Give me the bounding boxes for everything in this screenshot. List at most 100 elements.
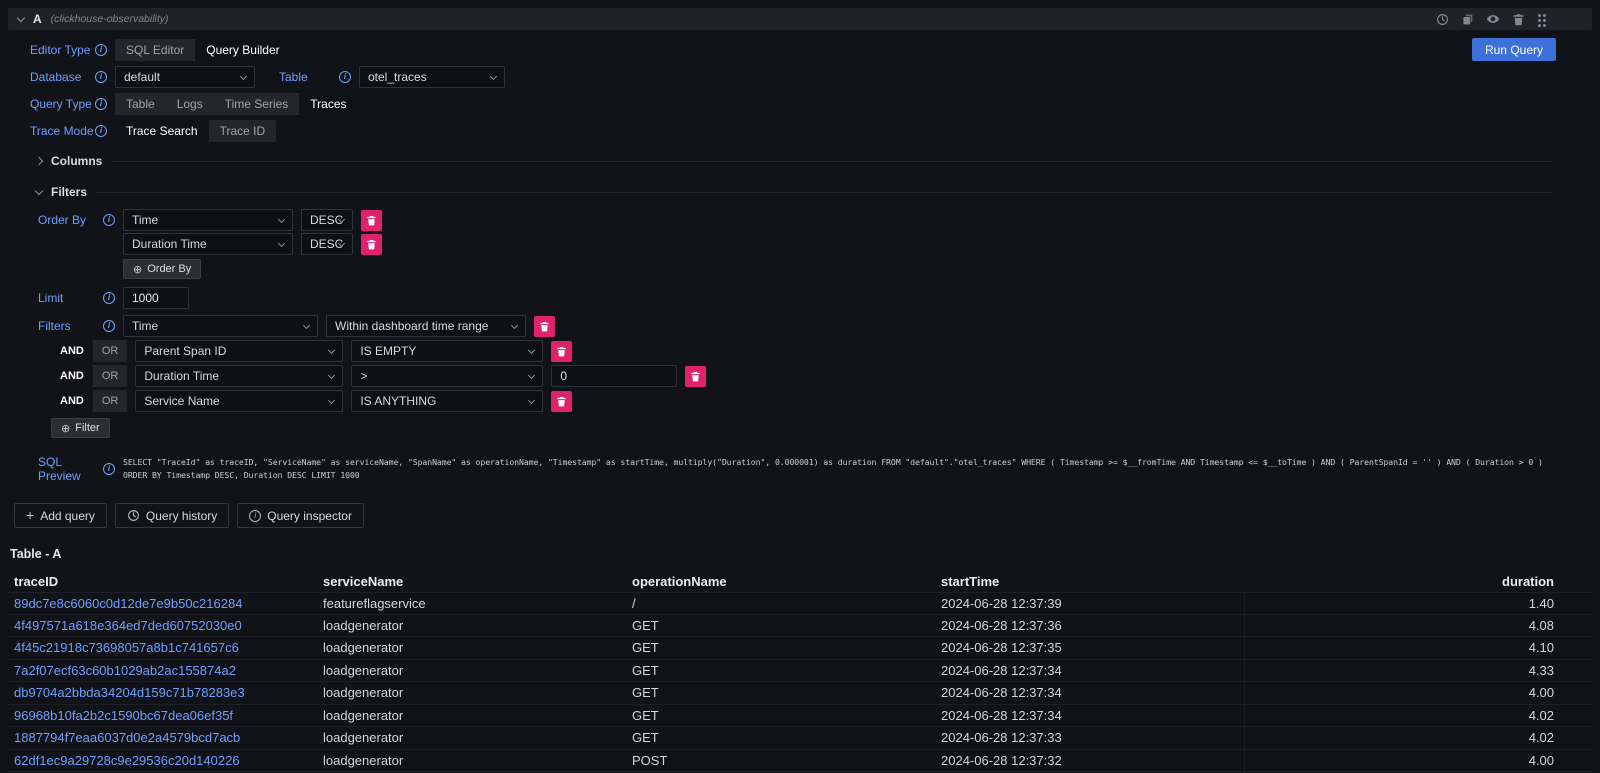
info-icon <box>249 510 261 522</box>
results-body: 89dc7e8c6060c0d12de7e9b50c216284featuref… <box>8 592 1592 773</box>
remove-filter-button[interactable] <box>534 316 555 337</box>
cell-servicename: loadgenerator <box>317 640 626 655</box>
drag-handle-icon[interactable] <box>1537 13 1546 26</box>
add-order-by-button[interactable]: Order By <box>123 259 201 279</box>
cell-traceid: db9704a2bbda34204d159c71b78283e3 <box>8 685 317 700</box>
trace-link[interactable]: 1887794f7eaa6037d0e2a4579bcd7acb <box>14 730 240 745</box>
trace-link[interactable]: 4f497571a618e364ed7ded60752030e0 <box>14 618 242 633</box>
chevron-down-icon <box>278 216 285 223</box>
column-header-duration[interactable]: duration <box>1244 574 1592 589</box>
trace-mode-row: Trace Mode Trace Search Trace ID <box>30 120 1592 142</box>
order-by-field-select[interactable]: Duration Time <box>123 233 293 255</box>
info-icon[interactable] <box>95 71 107 83</box>
info-icon[interactable] <box>103 320 115 332</box>
filter-field-select[interactable]: Time <box>123 315 318 337</box>
add-query-button[interactable]: Add query <box>14 503 107 528</box>
limit-row: Limit <box>38 287 1592 309</box>
remove-order-by-button[interactable] <box>361 210 382 231</box>
filter-operator-select[interactable]: IS EMPTY <box>351 340 543 362</box>
and-option[interactable]: AND <box>51 390 93 412</box>
query-inspector-button[interactable]: Query inspector <box>237 503 364 528</box>
query-type-option-logs[interactable]: Logs <box>166 93 214 115</box>
button-label: Filter <box>75 422 99 434</box>
table-label: Table <box>279 70 351 84</box>
or-option[interactable]: OR <box>93 390 128 412</box>
remove-filter-button[interactable] <box>551 391 572 412</box>
collapse-chevron-icon[interactable] <box>17 13 25 21</box>
column-header-traceid[interactable]: traceID <box>8 574 317 589</box>
columns-section-header[interactable]: Columns <box>36 154 1552 168</box>
cell-starttime: 2024-06-28 12:37:36 <box>935 618 1244 633</box>
trash-icon[interactable] <box>1512 13 1525 26</box>
plus-icon <box>26 508 34 523</box>
info-icon[interactable] <box>103 463 115 475</box>
info-icon[interactable] <box>103 292 115 304</box>
query-type-option-time-series[interactable]: Time Series <box>214 93 300 115</box>
trace-link[interactable]: db9704a2bbda34204d159c71b78283e3 <box>14 685 245 700</box>
filter-field-select[interactable]: Service Name <box>135 390 343 412</box>
table-row: db9704a2bbda34204d159c71b78283e3loadgene… <box>8 682 1592 705</box>
panel-title: Table - A <box>8 543 1592 571</box>
field-label-text: Table <box>279 70 308 84</box>
trace-link[interactable]: 96968b10fa2b2c1590bc67dea06ef35f <box>14 708 233 723</box>
info-icon[interactable] <box>95 125 107 137</box>
cell-operationname: GET <box>626 618 935 633</box>
filter-field-select[interactable]: Parent Span ID <box>135 340 343 362</box>
column-header-starttime[interactable]: startTime <box>935 574 1244 589</box>
trace-mode-option-trace-id[interactable]: Trace ID <box>209 120 277 142</box>
table-row: 4f45c21918c73698057a8b1c741657c6 loadgene… <box>8 637 1592 660</box>
trace-link[interactable]: 89dc7e8c6060c0d12de7e9b50c216284 <box>14 596 242 611</box>
limit-input[interactable] <box>123 287 189 309</box>
cell-servicename: loadgenerator <box>317 618 626 633</box>
and-option[interactable]: AND <box>51 340 93 362</box>
remove-order-by-button[interactable] <box>361 234 382 255</box>
plus-circle-icon <box>61 422 70 435</box>
run-query-button[interactable]: Run Query <box>1472 38 1556 61</box>
grafana-query-editor-page: A (clickhouse-observability) Editor Type… <box>0 0 1600 773</box>
column-header-operationname[interactable]: operationName <box>626 574 935 589</box>
table-select[interactable]: otel_traces <box>359 66 505 88</box>
info-icon[interactable] <box>95 44 107 56</box>
order-by-direction-select[interactable]: DESC <box>301 209 353 231</box>
results-table-panel: Table - A traceID serviceName operationN… <box>8 543 1592 773</box>
trace-link[interactable]: 7a2f07ecf63c60b1029ab2ac155874a2 <box>14 663 236 678</box>
query-type-option-traces[interactable]: Traces <box>299 93 357 115</box>
editor-type-option-query-builder[interactable]: Query Builder <box>195 39 290 61</box>
history-icon[interactable] <box>1436 13 1449 26</box>
info-icon[interactable] <box>339 71 351 83</box>
eye-icon[interactable] <box>1486 12 1500 26</box>
trace-mode-option-trace-search[interactable]: Trace Search <box>115 120 209 142</box>
column-header-servicename[interactable]: serviceName <box>317 574 626 589</box>
query-type-option-table[interactable]: Table <box>115 93 166 115</box>
filter-operator-select[interactable]: Within dashboard time range <box>326 315 526 337</box>
and-option[interactable]: AND <box>51 365 93 387</box>
or-option[interactable]: OR <box>93 340 128 362</box>
remove-filter-button[interactable] <box>551 341 572 362</box>
duplicate-icon[interactable] <box>1461 13 1474 26</box>
query-row-header: A (clickhouse-observability) <box>8 8 1592 30</box>
remove-filter-button[interactable] <box>685 366 706 387</box>
database-select[interactable]: default <box>115 66 255 88</box>
filter-operator-select[interactable]: > <box>351 365 543 387</box>
editor-type-option-sql-editor[interactable]: SQL Editor <box>115 39 195 61</box>
section-divider <box>96 192 1552 193</box>
editor-type-toggle: SQL Editor Query Builder <box>115 39 291 61</box>
filter-operator-select[interactable]: IS ANYTHING <box>351 390 543 412</box>
trace-link[interactable]: 62df1ec9a29728c9e29536c20d140226 <box>14 753 240 768</box>
order-by-field-select[interactable]: Time <box>123 209 293 231</box>
info-icon[interactable] <box>103 214 115 226</box>
order-by-direction-select[interactable]: DESC <box>301 233 353 255</box>
editor-type-label: Editor Type <box>30 43 107 57</box>
query-history-button[interactable]: Query history <box>115 503 229 528</box>
add-filter-button[interactable]: Filter <box>51 418 110 438</box>
filter-value-input[interactable] <box>551 365 677 387</box>
filters-section-header[interactable]: Filters <box>36 185 1552 199</box>
info-icon[interactable] <box>95 98 107 110</box>
or-option[interactable]: OR <box>93 365 128 387</box>
filter-condition-row-2: AND OR Duration Time > <box>38 365 1592 387</box>
select-value: IS EMPTY <box>360 344 416 358</box>
filter-field-select[interactable]: Duration Time <box>135 365 343 387</box>
cell-duration: 4.02 <box>1244 727 1592 749</box>
trace-link[interactable]: 4f45c21918c73698057a8b1c741657c6 <box>14 640 239 655</box>
history-icon <box>127 509 140 522</box>
